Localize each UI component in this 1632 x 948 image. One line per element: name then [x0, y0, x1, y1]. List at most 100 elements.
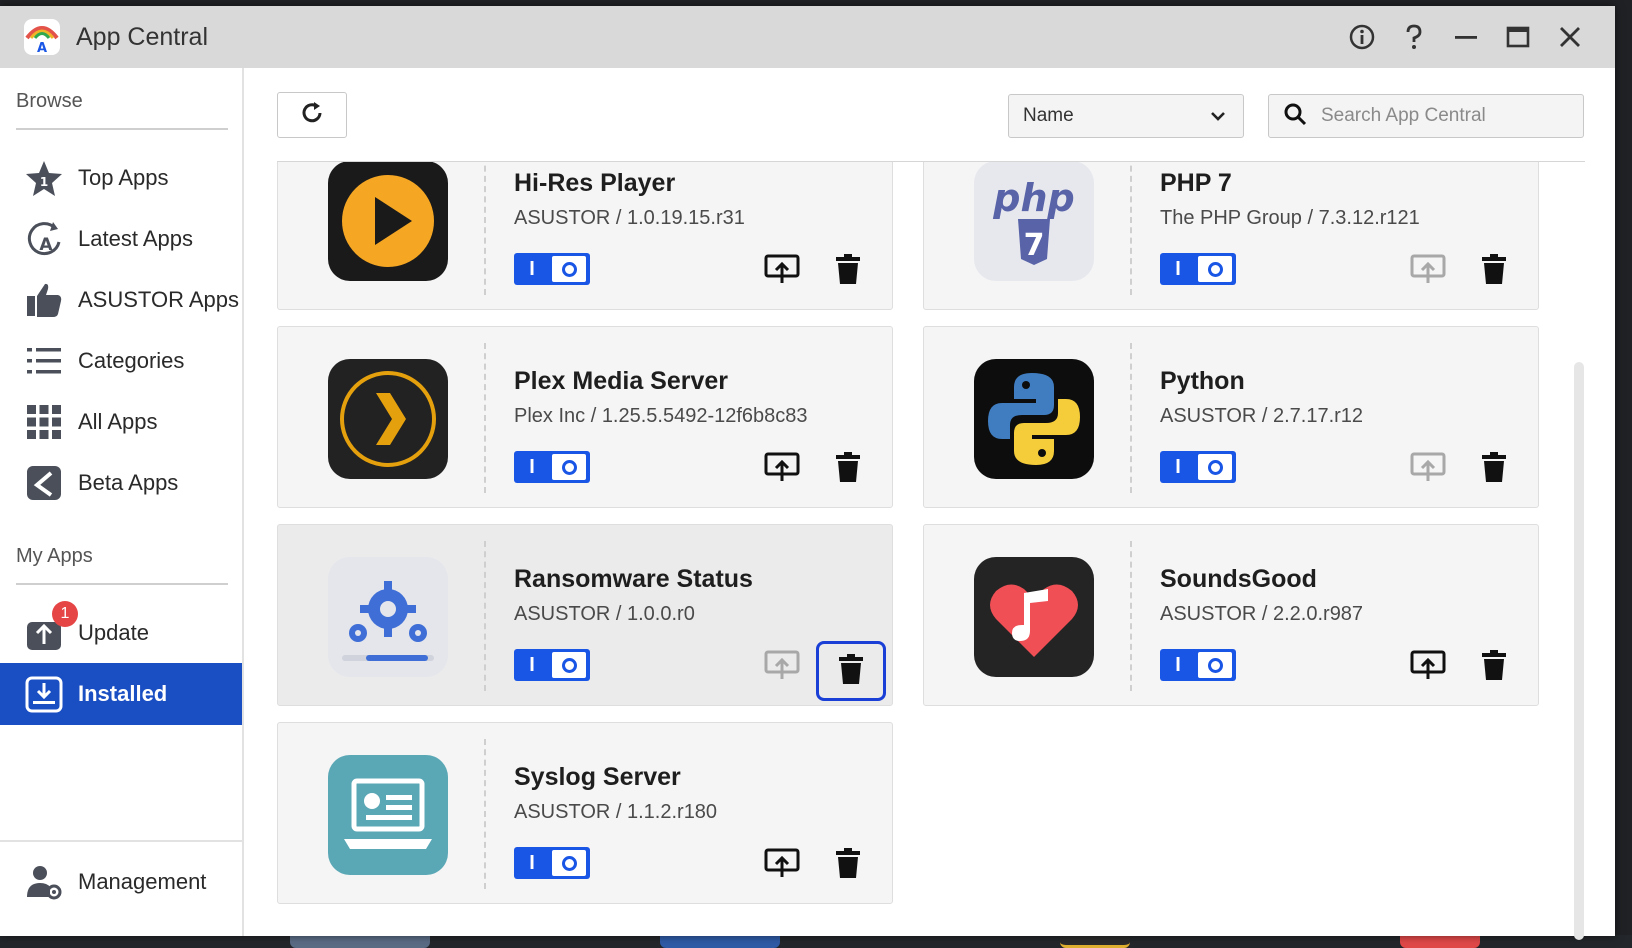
svg-text:7: 7: [1024, 228, 1045, 263]
info-icon[interactable]: [1347, 22, 1377, 52]
sidebar-item-top-apps[interactable]: 1 Top Apps: [0, 147, 242, 209]
open-app-button[interactable]: [1408, 649, 1448, 685]
card-divider: [484, 162, 486, 295]
sidebar-item-installed[interactable]: Installed: [0, 663, 242, 725]
app-name: Python: [1160, 367, 1245, 395]
trash-icon: [835, 847, 861, 883]
toggle-on-label: I: [529, 851, 535, 874]
app-toggle[interactable]: I: [514, 847, 590, 879]
app-toggle[interactable]: I: [514, 649, 590, 681]
app-developer-version: ASUSTOR / 1.0.19.15.r31: [514, 207, 745, 229]
app-toggle[interactable]: I: [1160, 253, 1236, 285]
vertical-scrollbar[interactable]: [1574, 362, 1584, 940]
sidebar-item-label: All Apps: [78, 409, 158, 434]
search-icon: [1283, 102, 1307, 131]
app-card-hi-res-player[interactable]: Hi-Res Player ASUSTOR / 1.0.19.15.r31 I: [277, 162, 893, 310]
sidebar-item-label: ASUSTOR Apps: [78, 287, 239, 312]
toggle-on-label: I: [1175, 653, 1181, 676]
search-box[interactable]: [1268, 94, 1584, 138]
sidebar-item-label: Latest Apps: [78, 226, 193, 251]
uninstall-button[interactable]: [828, 451, 868, 487]
app-developer-version: The PHP Group / 7.3.12.r121: [1160, 207, 1420, 229]
beta-icon: [24, 463, 64, 503]
sort-select-value: Name: [1023, 105, 1074, 126]
app-card-syslog-server[interactable]: Syslog Server ASUSTOR / 1.1.2.r180 I: [277, 722, 893, 904]
user-settings-icon: [24, 862, 64, 902]
toggle-knob: [552, 454, 586, 480]
star-icon: 1: [24, 158, 64, 198]
uninstall-button[interactable]: [828, 847, 868, 883]
app-toggle[interactable]: I: [514, 451, 590, 483]
close-icon[interactable]: [1555, 22, 1585, 52]
ransomware-icon: [328, 557, 448, 677]
open-app-button[interactable]: [762, 253, 802, 289]
app-central-window: A App Central Browse 1 Top Apps A Latest…: [0, 6, 1615, 940]
uninstall-button[interactable]: [1474, 649, 1514, 685]
latest-icon: A: [24, 219, 64, 259]
open-app-button[interactable]: [762, 847, 802, 883]
open-app-button[interactable]: [762, 451, 802, 487]
installed-apps-list: Hi-Res Player ASUSTOR / 1.0.19.15.r31 I …: [270, 162, 1588, 936]
sidebar-item-label: Categories: [78, 348, 185, 373]
uninstall-button-focused[interactable]: [816, 641, 886, 701]
trash-icon: [1481, 649, 1507, 685]
app-card-ransomware-status[interactable]: Ransomware Status ASUSTOR / 1.0.0.r0 I: [277, 524, 893, 706]
app-developer-version: ASUSTOR / 1.0.0.r0: [514, 603, 695, 625]
svg-text:A: A: [39, 235, 53, 255]
toggle-knob: [552, 652, 586, 678]
app-toggle[interactable]: I: [1160, 451, 1236, 483]
my-apps-section-label: My Apps: [16, 545, 93, 567]
window-title: App Central: [76, 22, 209, 51]
search-input[interactable]: [1321, 105, 1571, 127]
grid-icon: [24, 402, 64, 442]
app-central-logo-icon: A: [24, 19, 60, 55]
app-developer-version: ASUSTOR / 2.2.0.r987: [1160, 603, 1364, 625]
uninstall-button[interactable]: [828, 253, 868, 289]
app-card-php-7[interactable]: php 7 PHP 7 The PHP Group / 7.3.12.r121 I: [923, 162, 1539, 310]
sidebar-item-label: Management: [78, 869, 207, 894]
app-developer-version: Plex Inc / 1.25.5.5492-12f6b8c83: [514, 405, 808, 427]
app-name: Plex Media Server: [514, 367, 729, 395]
installed-icon: [24, 674, 64, 714]
app-card-plex-media-server[interactable]: Plex Media Server Plex Inc / 1.25.5.5492…: [277, 326, 893, 508]
uninstall-button[interactable]: [1474, 253, 1514, 289]
sidebar-item-management[interactable]: Management: [0, 851, 242, 913]
trash-icon: [835, 253, 861, 289]
sidebar-item-categories[interactable]: Categories: [0, 330, 242, 392]
app-card-python[interactable]: Python ASUSTOR / 2.7.17.r12 I: [923, 326, 1539, 508]
sidebar: Browse 1 Top Apps A Latest Apps ASUSTOR …: [0, 68, 244, 936]
chevron-down-icon: [1209, 107, 1227, 131]
sidebar-item-asustor-apps[interactable]: ASUSTOR Apps: [0, 269, 242, 331]
toggle-knob: [1198, 454, 1232, 480]
sidebar-item-label: Beta Apps: [78, 470, 179, 495]
update-icon: 1: [24, 601, 78, 653]
hi-res-player-icon: [328, 162, 448, 281]
sort-select[interactable]: Name: [1008, 94, 1244, 138]
app-card-soundsgood[interactable]: SoundsGood ASUSTOR / 2.2.0.r987 I: [923, 524, 1539, 706]
open-icon: [1410, 451, 1446, 488]
app-name: Hi-Res Player: [514, 169, 676, 197]
uninstall-button[interactable]: [1474, 451, 1514, 487]
title-bar[interactable]: A App Central: [0, 6, 1615, 68]
sidebar-item-label: Installed: [78, 681, 168, 706]
open-app-button-disabled: [762, 649, 802, 685]
trash-icon: [838, 653, 864, 689]
svg-text:php: php: [992, 176, 1074, 220]
svg-text:1: 1: [40, 175, 48, 189]
app-toggle[interactable]: I: [1160, 649, 1236, 681]
sidebar-item-all-apps[interactable]: All Apps: [0, 391, 242, 453]
open-icon: [1410, 649, 1446, 686]
help-icon[interactable]: [1399, 22, 1429, 52]
card-divider: [484, 343, 486, 493]
toggle-knob: [552, 256, 586, 282]
syslog-icon: [328, 755, 448, 875]
sidebar-item-beta-apps[interactable]: Beta Apps: [0, 452, 242, 514]
sidebar-item-update[interactable]: 1 Update: [0, 601, 242, 664]
sidebar-item-latest-apps[interactable]: A Latest Apps: [0, 208, 242, 270]
open-icon: [764, 451, 800, 488]
minimize-icon[interactable]: [1451, 22, 1481, 52]
trash-icon: [1481, 451, 1507, 487]
maximize-icon[interactable]: [1503, 22, 1533, 52]
app-toggle[interactable]: I: [514, 253, 590, 285]
refresh-button[interactable]: [277, 92, 347, 138]
